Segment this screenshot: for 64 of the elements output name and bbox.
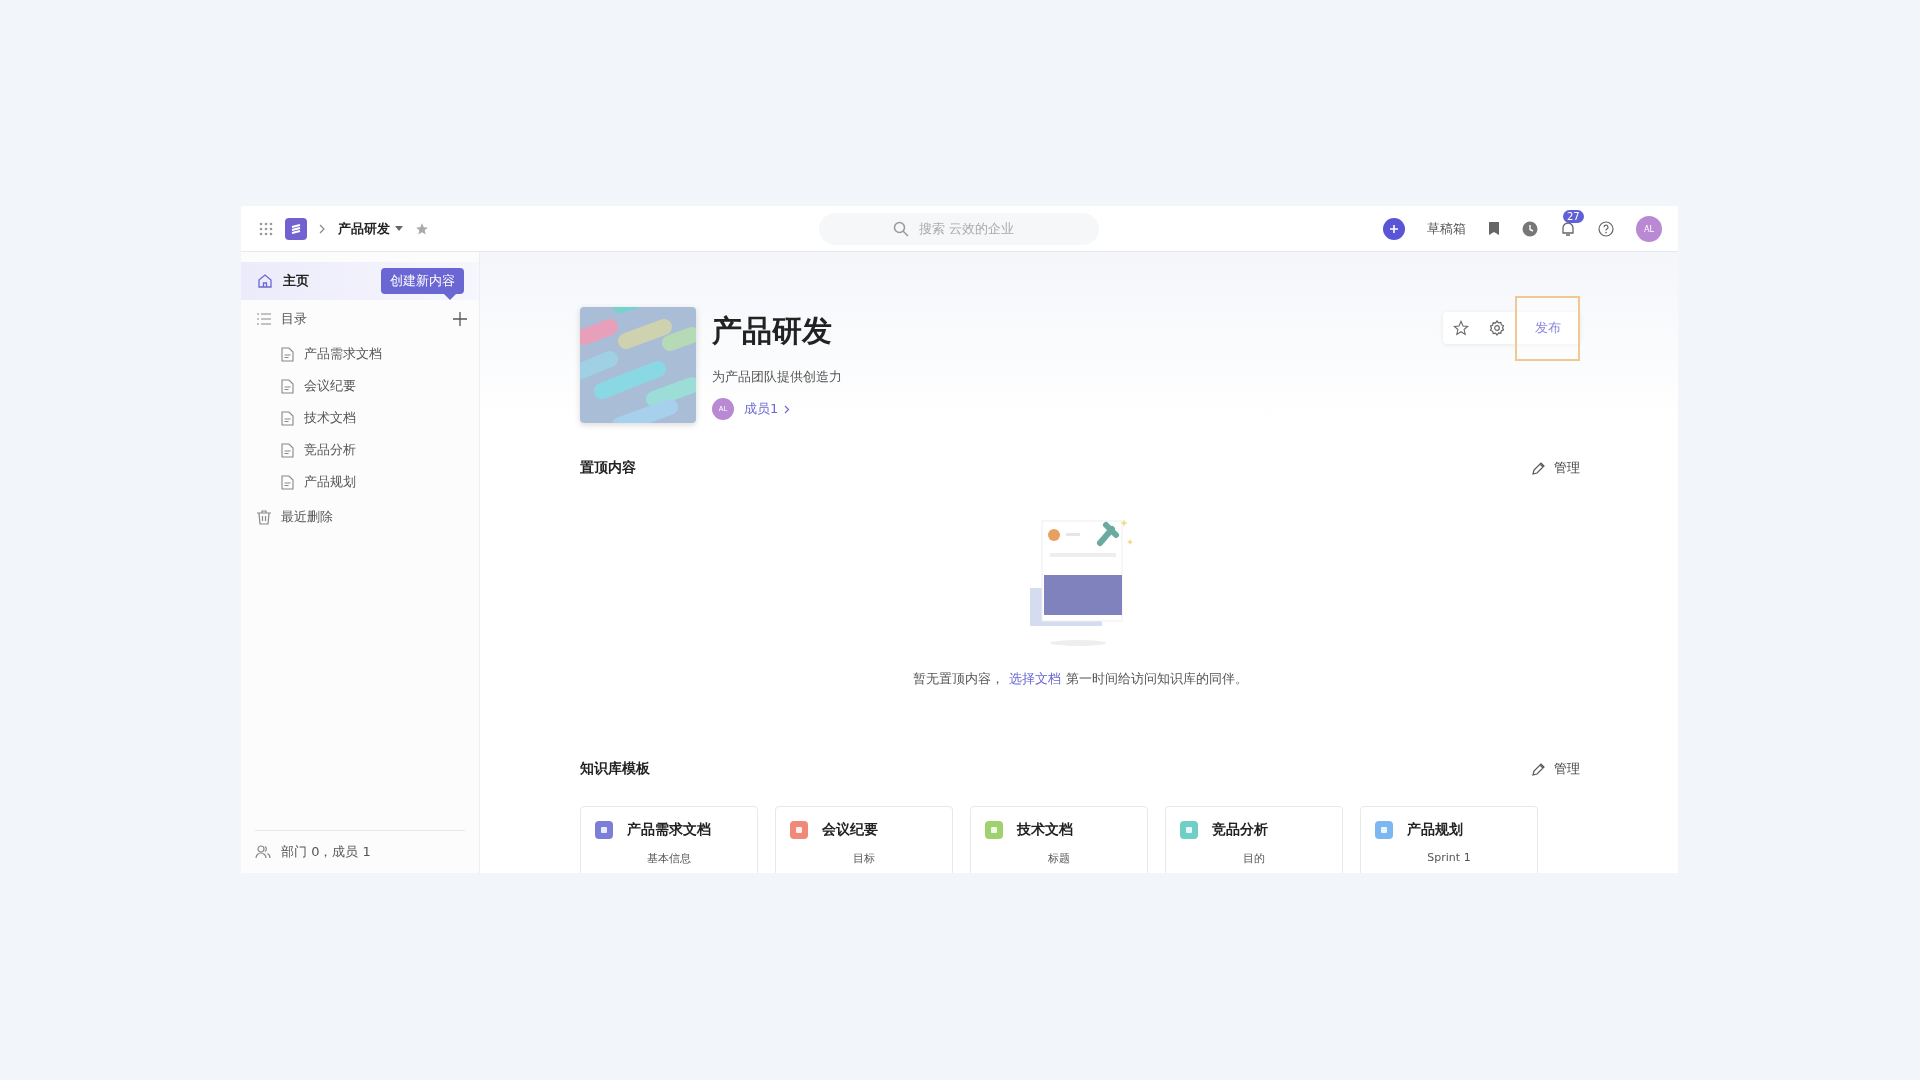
document-icon xyxy=(281,378,294,394)
template-name: 竞品分析 xyxy=(1212,821,1268,839)
add-button[interactable] xyxy=(453,312,467,326)
manage-button[interactable]: 管理 xyxy=(1531,760,1580,778)
bookmark-button[interactable] xyxy=(1488,221,1500,236)
people-icon xyxy=(255,845,271,859)
gear-icon xyxy=(1489,320,1505,336)
document-icon xyxy=(281,346,294,362)
caret-icon xyxy=(395,226,403,231)
pencil-icon xyxy=(1531,460,1546,476)
members-link[interactable]: 成员1 xyxy=(744,400,791,418)
tooltip-pointer xyxy=(444,294,456,300)
drafts-button[interactable]: 草稿箱 xyxy=(1427,219,1466,238)
template-preview-text: 标题 xyxy=(1047,851,1071,866)
template-card[interactable]: 产品需求文档 基本信息 xyxy=(580,806,758,873)
create-button[interactable] xyxy=(1383,217,1405,240)
empty-message: 暂无置顶内容， 选择文档 第一时间给访问知识库的同伴。 xyxy=(912,670,1248,688)
template-card[interactable]: 会议纪要 目标 xyxy=(775,806,953,873)
catalog-item[interactable]: 产品需求文档 xyxy=(241,338,479,370)
catalog-item[interactable]: 技术文档 xyxy=(241,402,479,434)
manage-button[interactable]: 管理 xyxy=(1531,459,1580,477)
list-icon xyxy=(257,313,271,325)
app-logo[interactable] xyxy=(285,217,307,240)
template-card[interactable]: 竞品分析 目的 xyxy=(1165,806,1343,873)
select-document-link[interactable]: 选择文档 xyxy=(1008,671,1061,686)
section-title: 知识库模板 xyxy=(580,760,650,778)
catalog-label: 目录 xyxy=(281,310,307,328)
search-icon xyxy=(893,220,909,237)
space-dropdown[interactable]: 产品研发 xyxy=(338,219,403,238)
chevron-right-icon xyxy=(784,404,791,414)
star-icon xyxy=(1453,320,1469,336)
catalog-item[interactable]: 产品规划 xyxy=(241,466,479,498)
document-icon xyxy=(281,410,294,426)
section-title: 置顶内容 xyxy=(580,459,636,477)
star-icon[interactable] xyxy=(415,221,429,236)
document-icon xyxy=(281,442,294,458)
document-icon xyxy=(281,474,294,490)
space-title: 产品研发 xyxy=(712,312,833,350)
trash-icon xyxy=(257,509,271,525)
catalog-item[interactable]: 会议纪要 xyxy=(241,370,479,402)
help-button[interactable] xyxy=(1598,220,1614,237)
template-preview-text: 目标 xyxy=(852,851,876,866)
template-name: 会议纪要 xyxy=(822,821,878,839)
template-preview-text: 目的 xyxy=(1242,851,1266,866)
template-card[interactable]: 产品规划 Sprint 1 xyxy=(1360,806,1538,873)
notification-count: 27 xyxy=(1563,209,1584,223)
search-field[interactable]: 搜索 云效的企业 xyxy=(819,212,1099,245)
template-preview-text: 基本信息 xyxy=(646,851,692,866)
space-description: 为产品团队提供创造力 xyxy=(712,368,842,386)
template-name: 技术文档 xyxy=(1017,821,1073,839)
app-grid-icon[interactable] xyxy=(259,221,273,236)
home-icon xyxy=(257,273,273,289)
chevron-right-icon xyxy=(319,223,326,234)
clock-button[interactable] xyxy=(1522,220,1538,237)
catalog-item[interactable]: 竞品分析 xyxy=(241,434,479,466)
trash-nav-item[interactable]: 最近删除 xyxy=(241,498,479,536)
template-preview-text: Sprint 1 xyxy=(1426,851,1472,864)
notification-button[interactable] xyxy=(1560,220,1576,237)
template-name: 产品规划 xyxy=(1407,821,1463,839)
member-summary: 部门 0，成员 1 xyxy=(281,843,371,861)
pencil-icon xyxy=(1531,761,1546,777)
template-card[interactable]: 技术文档 标题 xyxy=(970,806,1148,873)
plus-icon xyxy=(1389,223,1399,234)
template-name: 产品需求文档 xyxy=(627,821,711,839)
